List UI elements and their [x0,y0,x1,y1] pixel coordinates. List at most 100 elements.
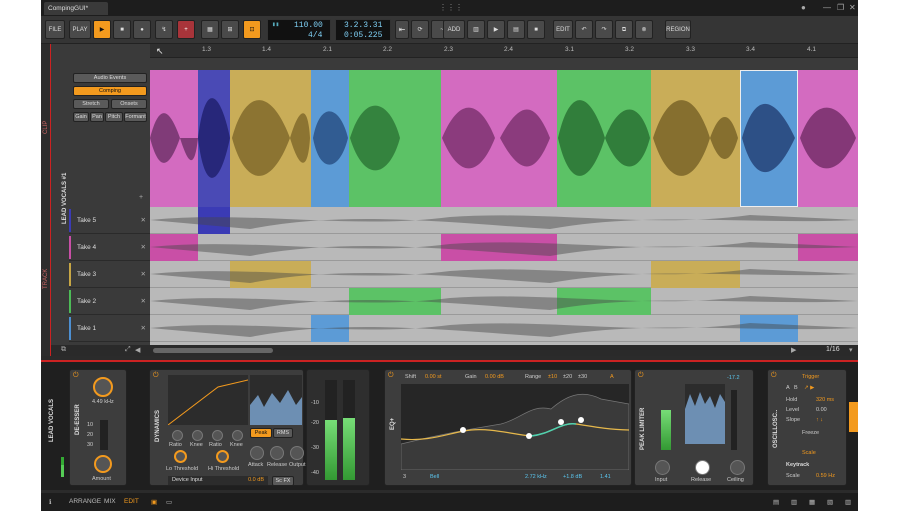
close-take-icon[interactable]: ✕ [141,288,146,315]
attack-knob[interactable] [250,446,264,460]
panel-toggle-icon[interactable]: ▣ [151,498,157,506]
frequency-knob[interactable] [93,377,113,397]
comping-button[interactable]: Comping [73,86,147,96]
amount-knob[interactable] [94,455,112,473]
close-take-icon[interactable]: ✕ [141,315,146,342]
add-clip-button[interactable]: ⊞ [221,20,239,39]
level-value[interactable]: 0.00 [816,407,827,413]
browser-icon[interactable]: ▤ [773,498,779,506]
band-gain[interactable]: +1.8 dB [563,474,582,480]
lo-threshold-knob[interactable] [174,450,187,463]
eq-graph[interactable] [401,384,629,470]
redo-icon[interactable]: ↷ [595,20,613,39]
channel-a[interactable]: A [786,385,790,391]
band-q[interactable]: 1.41 [600,474,611,480]
tempo-display[interactable]: ▮▮ 110.00 4/4 [267,19,331,41]
hold-value[interactable]: 320 ms [816,397,834,403]
take-row-label[interactable]: Take 5 ✕ [69,207,150,234]
metronome-button[interactable]: ▦ [201,20,219,39]
add-take-icon[interactable]: + [139,194,143,201]
layers-icon[interactable]: ⧉ [61,346,66,354]
layout-icon[interactable]: ▭ [166,498,172,506]
gain-button[interactable]: Gain [73,112,89,122]
audio-events-button[interactable]: Audio Events [73,73,147,83]
expand-icon[interactable]: ⤢ [125,346,131,354]
gain-value[interactable]: 0.00 dB [485,374,504,380]
freeze-label[interactable]: Freeze [802,430,819,436]
take-row-label[interactable]: Take 4 ✕ [69,234,150,261]
undo-icon[interactable]: ↶ [575,20,593,39]
sidechain-fx-button[interactable]: Sc FX [272,476,294,486]
power-icon[interactable]: ⏻ [771,372,777,380]
arrow-icon[interactable]: ▶ [487,20,505,39]
release-knob[interactable] [695,460,710,475]
clip-icon[interactable]: ▤ [507,20,525,39]
scale-value[interactable]: 0.59 Hz [816,473,835,479]
comp-lane[interactable] [150,70,858,207]
peak-button[interactable]: Peak [250,428,272,438]
stop-button[interactable]: ■ [113,20,131,39]
stop-clip-icon[interactable]: ■ [527,20,545,39]
automation-button[interactable]: ↯ [155,20,173,39]
mixer-icon[interactable]: ▧ [827,498,833,506]
take-lanes[interactable] [150,207,858,345]
range-option[interactable]: ±10 [548,374,557,380]
channel-b[interactable]: B [794,385,798,391]
take-row-label[interactable]: Take 3 ✕ [69,261,150,288]
take-row-label[interactable]: Take 1 ✕ [69,315,150,342]
power-icon[interactable]: ⏻ [388,372,394,380]
punch-button[interactable]: ⇤ [395,20,409,39]
keytrack-label[interactable]: Keytrack [786,462,809,468]
timeline-ruler[interactable]: ↖ 1.3 1.4 2.1 2.2 2.3 2.4 3.1 3.2 3.3 3.… [150,44,858,58]
analyzer-icon[interactable]: A [610,374,614,380]
power-icon[interactable]: ⏻ [638,372,644,380]
edit-tab[interactable]: EDIT [124,498,139,505]
lo-knee-knob[interactable] [192,430,203,441]
play-button[interactable]: ▶ [93,20,111,39]
loop-region-icon[interactable]: ⟳ [411,20,429,39]
band-number[interactable]: 3 [403,474,406,480]
zoom-value[interactable]: 1/16 [826,346,840,353]
keyboard-icon[interactable]: ▥ [467,20,485,39]
scroll-right-icon[interactable]: ▶ [791,346,796,354]
lo-ratio-knob[interactable] [172,430,183,441]
hi-threshold-knob[interactable] [216,450,229,463]
delete-icon[interactable]: ⊗ [635,20,653,39]
sidechain-input-select[interactable]: Device Input 0.0 dB [168,476,268,485]
range-option[interactable]: ±30 [578,374,587,380]
band-frequency[interactable]: 2.72 kHz [525,474,547,480]
minimize-icon[interactable]: — [823,3,831,13]
dot-icon[interactable]: ● [801,3,806,13]
scroll-left-icon[interactable]: ◀ [135,346,140,354]
release-knob[interactable] [270,446,284,460]
hi-ratio-knob[interactable] [212,430,223,441]
take-row-label[interactable]: Take 2 ✕ [69,288,150,315]
formant-button[interactable]: Formant [124,112,147,122]
play-label-button[interactable]: PLAY [69,20,91,39]
restore-icon[interactable]: ❐ [837,3,844,13]
close-take-icon[interactable]: ✕ [141,234,146,261]
band-type[interactable]: Bell [430,474,439,480]
pointer-tool-icon[interactable]: ↖ [156,46,164,57]
inspector-icon[interactable]: ▥ [791,498,797,506]
add-button[interactable]: ADD [443,20,465,39]
region-button[interactable]: REGION [665,20,691,39]
project-tab[interactable]: CompingGUI* [44,2,108,15]
devices-icon[interactable]: ▦ [809,498,815,506]
rms-button[interactable]: RMS [273,428,293,438]
close-take-icon[interactable]: ✕ [141,207,146,234]
power-icon[interactable]: ⏻ [153,372,159,380]
stretch-button[interactable]: Stretch [73,99,109,109]
mix-tab[interactable]: MIX [104,498,116,505]
copy-icon[interactable]: ⧉ [615,20,633,39]
input-knob[interactable] [655,460,670,475]
onsets-button[interactable]: Onsets [111,99,147,109]
hi-knee-knob[interactable] [232,430,243,441]
trigger-mode-icon[interactable]: ↗ ▶ [804,385,814,391]
output-knob[interactable] [290,446,304,460]
ceiling-knob[interactable] [730,460,745,475]
slope-icon[interactable]: ↑ ↓ [816,417,823,423]
file-button[interactable]: FILE [45,20,65,39]
pitch-button[interactable]: Pitch [105,112,123,122]
record-button[interactable]: ● [133,20,151,39]
